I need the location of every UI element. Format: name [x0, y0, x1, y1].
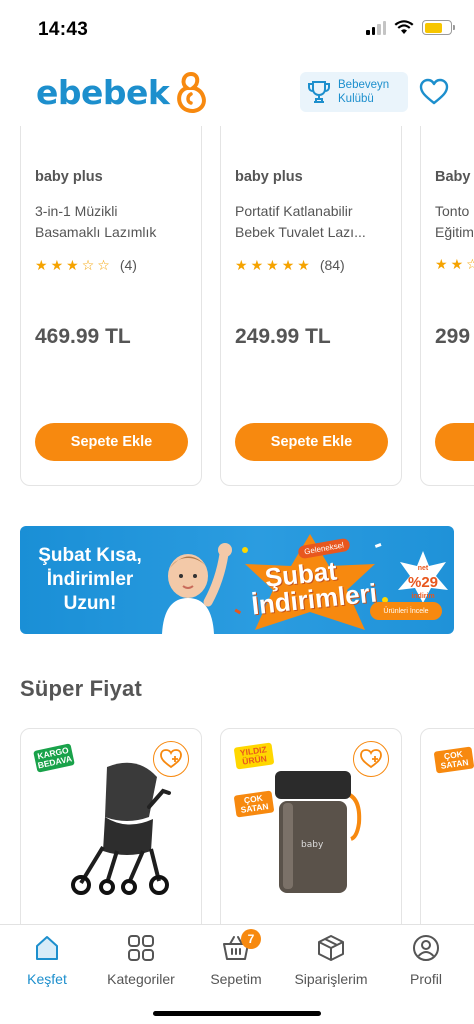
nav-label: Siparişlerim: [294, 971, 368, 987]
product-name-line1: 3-in-1 Müzikli: [35, 203, 118, 219]
status-icons: [366, 20, 455, 35]
rating-stars: ★★☆☆☆: [435, 257, 474, 271]
parent-club-label: Bebeveyn Kulübü: [338, 78, 390, 105]
product-name-line2: Basamaklı Lazımlık: [35, 224, 157, 240]
super-price-card[interactable]: KARGO BEDAVA: [20, 728, 202, 924]
star-filled-icon: ★: [435, 256, 448, 272]
rating-count: (4): [119, 257, 137, 273]
product-name: 3-in-1 Müzikli Basamaklı Lazımlık: [35, 201, 191, 243]
super-price-card[interactable]: YILDIZ ÜRÜN ÇOK SATAN baby: [220, 728, 402, 924]
product-rating: ★★☆☆☆: [435, 257, 474, 271]
product-card[interactable]: Baby Tonto Eğitim ★★☆☆☆ 299 S: [420, 126, 474, 486]
favorites-heart-icon[interactable]: [419, 78, 449, 106]
stroller-image: [71, 762, 171, 895]
product-name: Tonto Eğitim: [435, 201, 474, 243]
bottom-navigation: Keşfet Kategoriler 7 Sepetim Siparişleri…: [0, 924, 474, 1024]
basket-icon: 7: [221, 929, 261, 963]
nav-tab-categories[interactable]: Kategoriler: [94, 933, 188, 987]
cart-count-badge: 7: [241, 929, 261, 949]
product-card[interactable]: baby plus Portatif Katlanabilir Bebek Tu…: [220, 126, 402, 486]
home-indicator: [153, 1011, 321, 1016]
nav-tab-orders[interactable]: Siparişlerim: [284, 933, 378, 987]
nav-label: Sepetim: [210, 971, 262, 987]
product-name: Portatif Katlanabilir Bebek Tuvalet Lazı…: [235, 201, 391, 243]
trophy-icon: [308, 81, 330, 103]
add-to-cart-button[interactable]: Sepete Ekle: [235, 423, 388, 461]
grid-icon: [126, 933, 156, 963]
discount-label: net %29 indirim: [396, 562, 450, 604]
nav-tab-profile[interactable]: Profil: [379, 933, 473, 987]
banner-cta-button[interactable]: Ürünleri İncele: [370, 602, 442, 620]
user-icon: [411, 933, 441, 963]
banner-headline-line3: Uzun!: [63, 593, 117, 614]
nav-tab-cart[interactable]: 7 Sepetim: [189, 929, 283, 987]
product-rating: ★ ★ ★ ☆ ☆ (4): [35, 257, 137, 273]
wifi-icon: [394, 20, 414, 34]
baby-illustration: [162, 543, 232, 634]
banner-headline-line2: İndirimler: [46, 569, 134, 590]
best-seller-badge: ÇOK SATAN: [433, 746, 474, 774]
status-time: 14:43: [38, 19, 89, 40]
thermos-image: baby: [275, 771, 362, 893]
product-brand: baby plus: [235, 169, 303, 185]
product-rating: ★ ★ ★ ★ ★ (84): [235, 257, 345, 273]
product-name-line1: Tonto: [435, 203, 470, 219]
discount-value: %29: [407, 574, 439, 591]
nav-label: Keşfet: [27, 971, 67, 987]
product-brand: baby plus: [35, 169, 103, 185]
banner-headline: Şubat Kısa, İndirimler Uzun!: [20, 544, 160, 616]
banner-title: Şubat İndirimleri: [248, 554, 378, 621]
star-filled-icon: ★: [281, 257, 295, 273]
star-filled-icon: ★: [235, 257, 248, 273]
rating-stars: ★ ★ ★ ★ ★: [235, 258, 310, 272]
rating-stars: ★ ★ ★ ☆ ☆: [35, 258, 110, 272]
product-name-line2: Eğitim: [435, 224, 474, 240]
logo-text: ebebek: [36, 72, 170, 112]
promo-banner[interactable]: Şubat Kısa, İndirimler Uzun! Geleneksel …: [20, 526, 454, 634]
nav-tab-discover[interactable]: Keşfet: [0, 933, 94, 987]
box-icon: [316, 933, 346, 963]
product-name-line2: Bebek Tuvalet Lazı...: [235, 224, 366, 240]
cellular-signal-icon: [366, 20, 386, 35]
star-filled-icon: ★: [450, 256, 464, 272]
star-empty-icon: ☆: [81, 257, 95, 273]
star-empty-icon: ☆: [466, 256, 474, 272]
app-header: ebebek Bebeveyn Kulübü: [0, 60, 474, 126]
home-icon: [32, 933, 62, 963]
star-empty-icon: ☆: [97, 257, 110, 273]
nav-label: Kategoriler: [107, 971, 175, 987]
logo-mark-icon: [177, 71, 207, 113]
star-filled-icon: ★: [66, 257, 79, 273]
svg-text:baby: baby: [301, 840, 324, 850]
ebebek-logo[interactable]: ebebek: [36, 70, 209, 114]
star-filled-icon: ★: [250, 257, 264, 273]
product-card[interactable]: baby plus 3-in-1 Müzikli Basamaklı Lazım…: [20, 126, 202, 486]
nav-label: Profil: [410, 971, 442, 987]
super-price-card[interactable]: ÇOK SATAN: [420, 728, 474, 924]
star-filled-icon: ★: [297, 257, 310, 273]
product-price: 249.99 TL: [235, 325, 331, 348]
rating-count: (84): [319, 257, 345, 273]
star-filled-icon: ★: [35, 257, 48, 273]
add-to-cart-button[interactable]: S: [435, 423, 474, 461]
product-price: 299: [435, 325, 471, 348]
star-filled-icon: ★: [50, 257, 64, 273]
product-brand: Baby: [435, 169, 471, 185]
product-name-line1: Portatif Katlanabilir: [235, 203, 353, 219]
super-price-scroller[interactable]: KARGO BEDAVA YILDIZ ÜRÜN ÇOK SATAN baby …: [0, 728, 474, 924]
battery-icon: [422, 20, 455, 35]
recommended-products-scroller[interactable]: baby plus 3-in-1 Müzikli Basamaklı Lazım…: [0, 126, 474, 488]
status-bar: 14:43: [0, 0, 474, 58]
add-to-cart-button[interactable]: Sepete Ekle: [35, 423, 188, 461]
parent-club-button[interactable]: Bebeveyn Kulübü: [300, 72, 408, 112]
star-filled-icon: ★: [266, 257, 279, 273]
product-price: 469.99 TL: [35, 325, 131, 348]
banner-headline-line1: Şubat Kısa,: [38, 545, 142, 566]
section-title-super-price: Süper Fiyat: [20, 676, 143, 701]
